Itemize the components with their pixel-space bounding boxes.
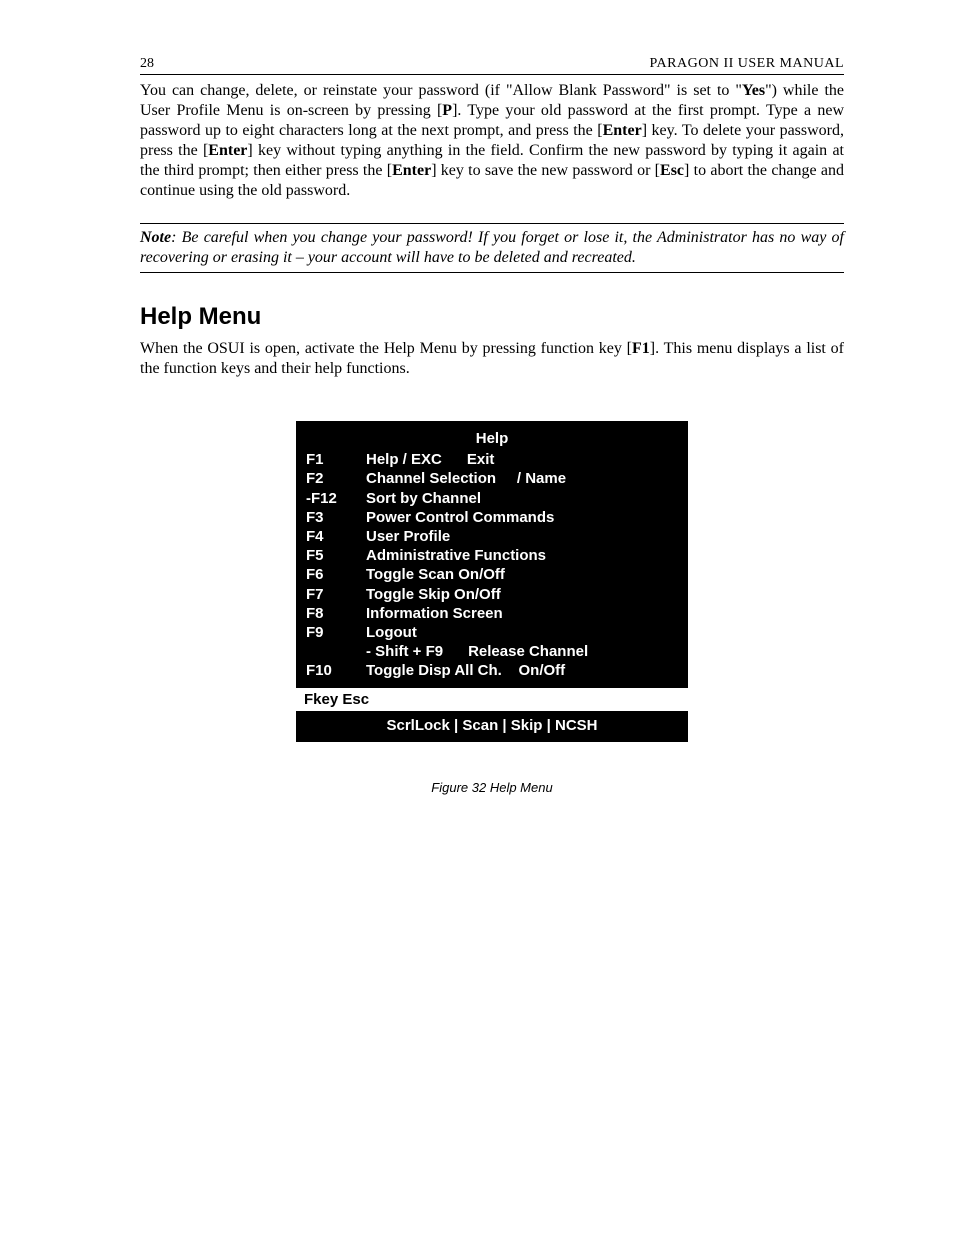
help-menu-row: F3Power Control Commands xyxy=(306,508,678,527)
help-key xyxy=(306,642,366,661)
bold-yes: Yes xyxy=(742,82,765,99)
help-desc: Toggle Skip On/Off xyxy=(366,585,678,604)
figure-caption: Figure 32 Help Menu xyxy=(140,780,844,795)
bold-esc-key: Esc xyxy=(660,162,684,179)
help-menu-row: F6Toggle Scan On/Off xyxy=(306,565,678,584)
help-key: F6 xyxy=(306,565,366,584)
help-key: -F12 xyxy=(306,489,366,508)
page-header: 28 PARAGON II USER MANUAL xyxy=(140,56,844,75)
bold-enter-key: Enter xyxy=(392,162,431,179)
help-menu-row: F7Toggle Skip On/Off xyxy=(306,585,678,604)
help-key: F7 xyxy=(306,585,366,604)
help-key: F3 xyxy=(306,508,366,527)
help-menu-row: F5Administrative Functions xyxy=(306,546,678,565)
page-number: 28 xyxy=(140,56,154,72)
bold-f1-key: F1 xyxy=(632,340,650,357)
help-menu-row: -F12Sort by Channel xyxy=(306,489,678,508)
note-text: : Be careful when you change your passwo… xyxy=(140,229,844,266)
help-menu-figure: Help F1Help / EXC ExitF2Channel Selectio… xyxy=(140,421,844,742)
help-key: F9 xyxy=(306,623,366,642)
text: You can change, delete, or reinstate you… xyxy=(140,82,742,99)
help-desc: Power Control Commands xyxy=(366,508,678,527)
help-menu-row: F9Logout xyxy=(306,623,678,642)
help-menu-panel: Help F1Help / EXC ExitF2Channel Selectio… xyxy=(296,421,688,688)
bold-enter-key: Enter xyxy=(603,122,642,139)
text: ] key to save the new password or [ xyxy=(431,162,660,179)
status-bar: ScrlLock | Scan | Skip | NCSH xyxy=(296,711,688,742)
page: 28 PARAGON II USER MANUAL You can change… xyxy=(0,0,954,1235)
help-menu-row: - Shift + F9 Release Channel xyxy=(306,642,678,661)
help-desc: Toggle Disp All Ch. On/Off xyxy=(366,661,678,680)
help-key: F10 xyxy=(306,661,366,680)
help-key: F8 xyxy=(306,604,366,623)
help-desc: Toggle Scan On/Off xyxy=(366,565,678,584)
note-label: Note xyxy=(140,229,171,246)
help-desc: Help / EXC Exit xyxy=(366,450,678,469)
help-desc: - Shift + F9 Release Channel xyxy=(366,642,678,661)
help-desc: User Profile xyxy=(366,527,678,546)
help-menu-title: Help xyxy=(306,429,678,448)
paragraph-help-intro: When the OSUI is open, activate the Help… xyxy=(140,339,844,379)
help-menu-row: F8Information Screen xyxy=(306,604,678,623)
help-desc: Administrative Functions xyxy=(366,546,678,565)
help-menu-stack: Help F1Help / EXC ExitF2Channel Selectio… xyxy=(296,421,688,742)
bold-p-key: P xyxy=(442,102,452,119)
doc-title: PARAGON II USER MANUAL xyxy=(650,56,844,72)
help-menu-row: F10Toggle Disp All Ch. On/Off xyxy=(306,661,678,680)
help-menu-rows: F1Help / EXC ExitF2Channel Selection / N… xyxy=(306,450,678,680)
help-desc: Sort by Channel xyxy=(366,489,678,508)
help-key: F1 xyxy=(306,450,366,469)
help-desc: Logout xyxy=(366,623,678,642)
help-desc: Channel Selection / Name xyxy=(366,469,678,488)
bold-enter-key: Enter xyxy=(208,142,247,159)
help-key: F5 xyxy=(306,546,366,565)
help-menu-row: F1Help / EXC Exit xyxy=(306,450,678,469)
help-desc: Information Screen xyxy=(366,604,678,623)
text: When the OSUI is open, activate the Help… xyxy=(140,340,632,357)
help-menu-row: F4User Profile xyxy=(306,527,678,546)
help-key: F4 xyxy=(306,527,366,546)
paragraph-password: You can change, delete, or reinstate you… xyxy=(140,81,844,201)
note-box: Note: Be careful when you change your pa… xyxy=(140,223,844,273)
section-heading: Help Menu xyxy=(140,303,844,331)
help-menu-row: F2Channel Selection / Name xyxy=(306,469,678,488)
help-key: F2 xyxy=(306,469,366,488)
fkey-bar: Fkey Esc xyxy=(296,688,688,711)
